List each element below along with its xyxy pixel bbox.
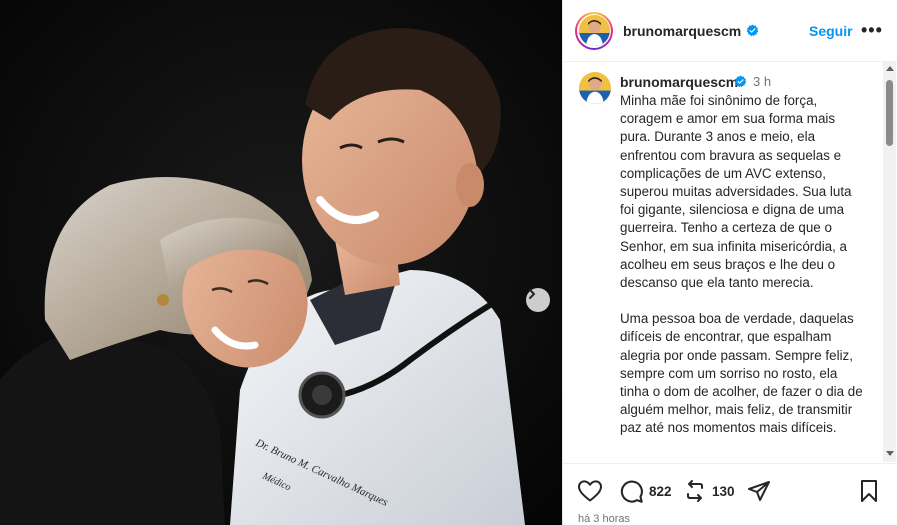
comment-button[interactable]: 822 bbox=[619, 479, 672, 504]
verified-badge-icon bbox=[746, 24, 759, 37]
verified-badge-icon bbox=[734, 75, 747, 93]
caption-avatar[interactable] bbox=[579, 72, 611, 104]
caption-text: Minha mãe foi sinônimo de força, coragem… bbox=[620, 92, 868, 456]
action-bar: 822 130 há 3 horas bbox=[563, 463, 897, 525]
portrait-illustration: Dr. Bruno M. Carvalho Marques Médico bbox=[0, 0, 562, 525]
post-username[interactable]: brunomarquescm bbox=[623, 23, 741, 39]
profile-picture bbox=[579, 72, 611, 104]
repost-icon bbox=[687, 480, 703, 502]
more-options-button[interactable]: ••• bbox=[861, 20, 883, 41]
follow-button[interactable]: Seguir bbox=[809, 23, 853, 39]
repost-button[interactable]: 130 bbox=[683, 479, 735, 503]
post-photo[interactable]: Dr. Bruno M. Carvalho Marques Médico bbox=[0, 0, 562, 525]
bookmark-icon bbox=[861, 480, 877, 502]
repost-count: 130 bbox=[712, 483, 735, 499]
next-photo-button[interactable] bbox=[526, 288, 550, 312]
avatar[interactable] bbox=[575, 11, 613, 50]
post-timestamp[interactable]: há 3 horas bbox=[578, 513, 630, 525]
heart-icon bbox=[578, 480, 602, 502]
post-header: brunomarquescm Seguir ••• bbox=[563, 0, 897, 62]
send-icon bbox=[748, 481, 770, 501]
profile-picture bbox=[578, 15, 610, 46]
save-button[interactable] bbox=[858, 479, 880, 503]
post-side-panel: brunomarquescm Seguir ••• brunomarquescm bbox=[562, 0, 897, 525]
caption-timestamp[interactable]: 3 h bbox=[753, 74, 771, 89]
scroll-down-arrow-icon[interactable] bbox=[886, 451, 894, 456]
caption-scrollbar[interactable] bbox=[883, 62, 896, 462]
caption-area: brunomarquescm 3 h Minha mãe foi sinônim… bbox=[563, 62, 897, 462]
comment-count: 822 bbox=[649, 484, 672, 499]
chevron-right-icon bbox=[529, 289, 535, 299]
caption-username[interactable]: brunomarquescm bbox=[620, 74, 738, 90]
scroll-up-arrow-icon[interactable] bbox=[886, 66, 894, 71]
share-button[interactable] bbox=[747, 479, 771, 503]
scroll-thumb[interactable] bbox=[886, 80, 893, 146]
comment-icon bbox=[620, 480, 643, 503]
caption-paragraph: Uma pessoa boa de verdade, daquelas difí… bbox=[620, 311, 863, 436]
like-button[interactable] bbox=[577, 479, 603, 503]
caption-paragraph: Minha mãe foi sinônimo de força, coragem… bbox=[620, 93, 852, 291]
